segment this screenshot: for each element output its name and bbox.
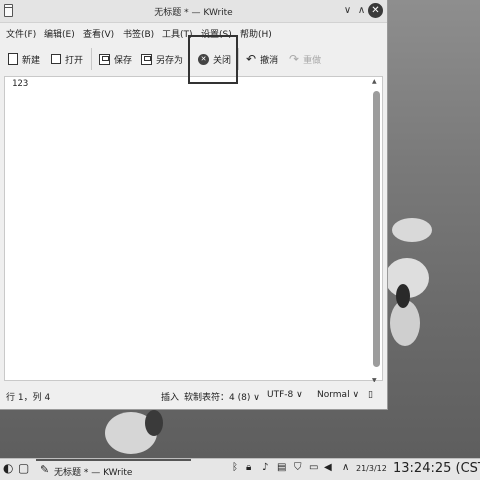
kwrite-task-icon: ✎ [40, 463, 50, 476]
save-as-button[interactable]: 另存为 [141, 50, 183, 68]
save-as-label: 另存为 [156, 55, 184, 66]
status-bar: 行 1，列 4 插入 软制表符：4 (8) ∨ UTF-8 ∨ Normal ∨… [0, 382, 387, 408]
undo-label: 撤消 [260, 55, 279, 66]
show-desktop-icon[interactable]: ▢ [18, 461, 29, 475]
clipboard-icon[interactable]: ▤ [277, 462, 286, 473]
highlight-mode-dropdown[interactable]: Normal ∨ [317, 390, 359, 400]
input-mode[interactable]: 插入 [161, 390, 179, 403]
menu-file[interactable]: 文件(F) [6, 27, 36, 40]
save-icon [99, 53, 110, 65]
cursor-position: 行 1，列 4 [6, 393, 51, 403]
editor-content[interactable]: 123 [12, 79, 28, 89]
menu-bar: 文件(F) 编辑(E) 查看(V) 书签(B) 工具(T) 设置(S) 帮助(H… [0, 24, 387, 42]
redo-label: 重做 [303, 55, 322, 66]
encoding-label: UTF-8 [267, 390, 294, 400]
new-button[interactable]: 新建 [8, 50, 40, 68]
menu-help[interactable]: 帮助(H) [240, 27, 272, 40]
taskbar-task-kwrite[interactable]: ✎ 无标题 * — KWrite [36, 459, 191, 480]
toolbar-separator [91, 48, 92, 70]
redo-icon: ↷ [289, 52, 300, 66]
undo-button[interactable]: ↶ 撤消 [246, 50, 278, 68]
window-title: 无标题 * — KWrite [154, 8, 233, 18]
chevron-down-icon: ∨ [296, 390, 303, 400]
taskbar: ◐ ▢ ✎ 无标题 * — KWrite ᛒ 🔒︎ ♪ ▤ ⛉ ▭ ◀︎ ∧ 2… [0, 458, 480, 480]
open-label: 打开 [65, 55, 84, 66]
menu-settings[interactable]: 设置(S) [201, 27, 232, 40]
save-label: 保存 [114, 55, 133, 66]
date-display[interactable]: 21/3/12 [356, 464, 387, 473]
wallpaper-flower [145, 410, 163, 436]
open-button[interactable]: 打开 [51, 50, 83, 68]
toolbar-separator [238, 48, 239, 70]
menu-bookmarks[interactable]: 书签(B) [123, 27, 154, 40]
tab-settings-dropdown[interactable]: 软制表符：4 (8) ∨ [184, 390, 260, 403]
title-bar[interactable]: 无标题 * — KWrite ∨ ∧ ✕ [0, 0, 387, 23]
task-title: 无标题 * — KWrite [54, 468, 133, 478]
new-document-icon [8, 53, 18, 65]
chevron-down-icon: ∨ [253, 393, 260, 403]
display-icon[interactable]: ▭ [309, 462, 318, 473]
highlight-mode-label: Normal [317, 390, 350, 400]
document-icon[interactable]: ▯ [368, 390, 373, 400]
encoding-dropdown[interactable]: UTF-8 ∨ [267, 390, 303, 400]
close-document-button[interactable]: ✕ 关闭 [198, 50, 231, 68]
audio-icon[interactable]: ♪ [262, 462, 268, 473]
chevron-up-icon[interactable]: ∧ [342, 462, 349, 473]
tab-settings-label: 软制表符：4 (8) [184, 393, 251, 403]
close-window-button[interactable]: ✕ [368, 3, 383, 18]
menu-view[interactable]: 查看(V) [83, 27, 114, 40]
new-label: 新建 [22, 55, 41, 66]
menu-edit[interactable]: 编辑(E) [44, 27, 75, 40]
app-launcher-icon[interactable]: ◐ [3, 461, 13, 475]
chevron-down-icon: ∨ [352, 390, 360, 400]
close-circle-icon: ✕ [198, 53, 209, 65]
wallpaper-flower [396, 284, 410, 308]
text-editor-area[interactable]: 123 ▲ ▼ [4, 76, 383, 384]
minimize-button[interactable]: ∨ [340, 3, 355, 18]
save-as-icon [141, 53, 152, 65]
maximize-button[interactable]: ∧ [354, 3, 369, 18]
lock-icon[interactable]: 🔒︎ [246, 462, 251, 473]
undo-icon: ↶ [246, 52, 257, 66]
vertical-scrollbar[interactable]: ▲ ▼ [372, 78, 380, 384]
redo-button[interactable]: ↷ 重做 [289, 50, 321, 68]
volume-icon[interactable]: ◀︎ [324, 462, 332, 473]
kwrite-window: 无标题 * — KWrite ∨ ∧ ✕ 文件(F) 编辑(E) 查看(V) 书… [0, 0, 388, 410]
shield-icon[interactable]: ⛉ [294, 462, 302, 473]
open-folder-icon [51, 54, 61, 64]
wallpaper-flower [392, 218, 432, 242]
close-label: 关闭 [213, 55, 232, 66]
bluetooth-icon[interactable]: ᛒ [232, 462, 238, 473]
save-button[interactable]: 保存 [99, 50, 132, 68]
scroll-up-icon[interactable]: ▲ [372, 78, 377, 85]
clock[interactable]: 13:24:25 (CST) [393, 461, 480, 476]
toolbar-separator [189, 48, 190, 70]
scrollbar-thumb[interactable] [373, 91, 380, 367]
menu-tools[interactable]: 工具(T) [162, 27, 193, 40]
toolbar: 新建 打开 保存 另存为 ✕ 关闭 ↶ 撤消 ↷ 重做 [0, 44, 387, 74]
